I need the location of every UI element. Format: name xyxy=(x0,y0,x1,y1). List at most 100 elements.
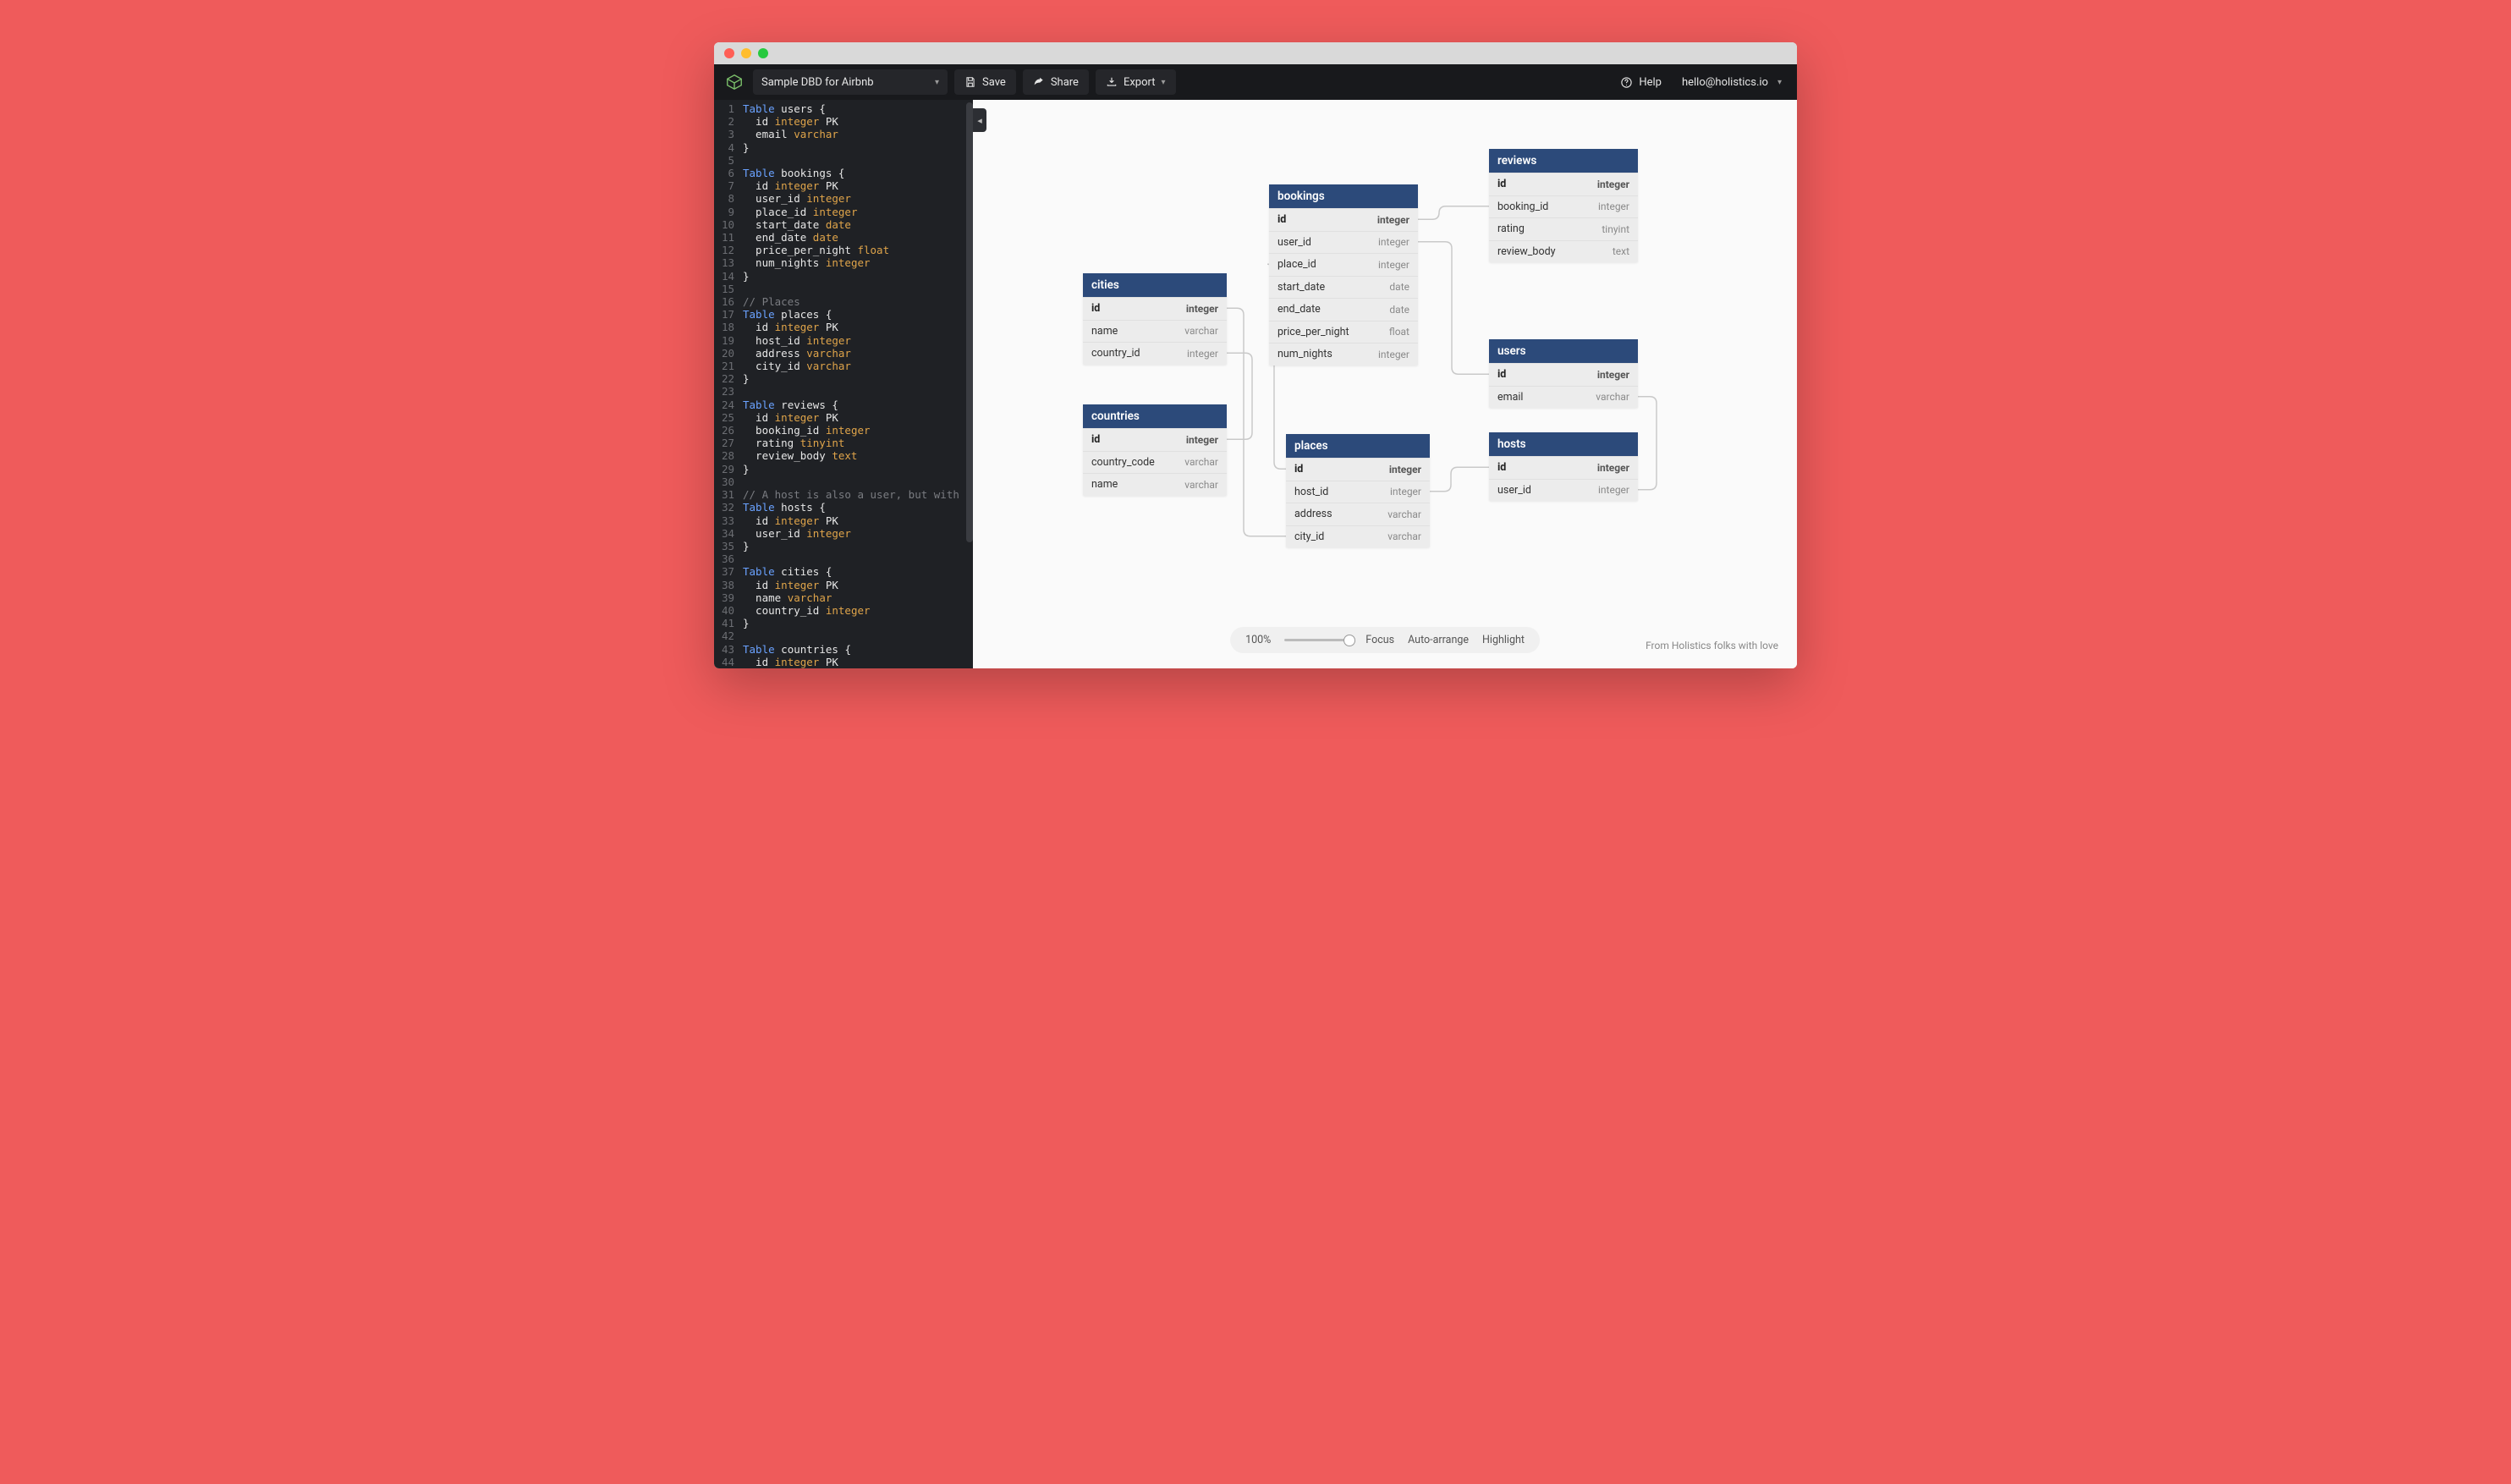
code-line[interactable]: 5 xyxy=(714,154,973,167)
table-places[interactable]: placesidintegerhost_idintegeraddressvarc… xyxy=(1286,434,1430,547)
save-button[interactable]: Save xyxy=(954,69,1016,95)
table-cities[interactable]: citiesidintegernamevarcharcountry_idinte… xyxy=(1083,273,1227,365)
code-line[interactable]: 23 xyxy=(714,385,973,398)
editor-scrollbar[interactable] xyxy=(966,102,973,542)
highlight-button[interactable]: Highlight xyxy=(1482,634,1525,646)
table-row[interactable]: country_idinteger xyxy=(1083,342,1227,365)
table-row[interactable]: user_idinteger xyxy=(1489,479,1638,502)
code-line[interactable]: 17Table places { xyxy=(714,308,973,321)
code-line[interactable]: 41} xyxy=(714,617,973,629)
code-line[interactable]: 25 id integer PK xyxy=(714,411,973,424)
code-line[interactable]: 1Table users { xyxy=(714,102,973,115)
code-line[interactable]: 26 booking_id integer xyxy=(714,424,973,437)
code-line[interactable]: 40 country_id integer xyxy=(714,604,973,617)
help-link[interactable]: Help xyxy=(1613,69,1668,95)
table-row[interactable]: end_datedate xyxy=(1269,298,1418,321)
table-reviews[interactable]: reviewsidintegerbooking_idintegerratingt… xyxy=(1489,149,1638,262)
zoom-slider[interactable] xyxy=(1284,639,1352,641)
code-line[interactable]: 9 place_id integer xyxy=(714,206,973,218)
code-line[interactable]: 43Table countries { xyxy=(714,643,973,656)
table-header[interactable]: users xyxy=(1489,339,1638,363)
auto-arrange-button[interactable]: Auto-arrange xyxy=(1408,634,1469,646)
code-line[interactable]: 28 review_body text xyxy=(714,449,973,462)
code-line[interactable]: 29} xyxy=(714,463,973,475)
code-line[interactable]: 11 end_date date xyxy=(714,231,973,244)
table-row[interactable]: idinteger xyxy=(1083,297,1227,320)
table-header[interactable]: reviews xyxy=(1489,149,1638,173)
code-line[interactable]: 27 rating tinyint xyxy=(714,437,973,449)
code-line[interactable]: 16// Places xyxy=(714,295,973,308)
code-line[interactable]: 35} xyxy=(714,540,973,552)
code-line[interactable]: 22} xyxy=(714,372,973,385)
table-row[interactable]: namevarchar xyxy=(1083,320,1227,343)
table-row[interactable]: review_bodytext xyxy=(1489,240,1638,263)
table-row[interactable]: namevarchar xyxy=(1083,473,1227,496)
code-line[interactable]: 18 id integer PK xyxy=(714,321,973,333)
table-row[interactable]: city_idvarchar xyxy=(1286,525,1430,548)
code-line[interactable]: 4} xyxy=(714,141,973,154)
table-header[interactable]: countries xyxy=(1083,404,1227,428)
code-line[interactable]: 42 xyxy=(714,629,973,642)
code-line[interactable]: 15 xyxy=(714,283,973,295)
table-row[interactable]: start_datedate xyxy=(1269,276,1418,299)
code-line[interactable]: 38 id integer PK xyxy=(714,579,973,591)
table-users[interactable]: usersidintegeremailvarchar xyxy=(1489,339,1638,408)
table-row[interactable]: num_nightsinteger xyxy=(1269,343,1418,366)
focus-button[interactable]: Focus xyxy=(1365,634,1394,646)
window-close-button[interactable] xyxy=(724,48,734,58)
table-row[interactable]: booking_idinteger xyxy=(1489,195,1638,218)
code-line[interactable]: 3 email varchar xyxy=(714,128,973,140)
diagram-canvas[interactable]: 100% Focus Auto-arrange Highlight From H… xyxy=(973,100,1797,668)
table-row[interactable]: idinteger xyxy=(1489,363,1638,386)
table-row[interactable]: host_idinteger xyxy=(1286,481,1430,503)
code-line[interactable]: 21 city_id varchar xyxy=(714,360,973,372)
code-line[interactable]: 7 id integer PK xyxy=(714,179,973,192)
table-row[interactable]: emailvarchar xyxy=(1489,386,1638,409)
code-line[interactable]: 12 price_per_night float xyxy=(714,244,973,256)
table-hosts[interactable]: hostsidintegeruser_idinteger xyxy=(1489,432,1638,501)
table-bookings[interactable]: bookingsidintegeruser_idintegerplace_idi… xyxy=(1269,184,1418,366)
code-line[interactable]: 20 address varchar xyxy=(714,347,973,360)
table-row[interactable]: country_codevarchar xyxy=(1083,451,1227,474)
window-minimize-button[interactable] xyxy=(741,48,751,58)
table-row[interactable]: addressvarchar xyxy=(1286,503,1430,525)
table-row[interactable]: idinteger xyxy=(1269,208,1418,231)
project-selector[interactable]: Sample DBD for Airbnb ▾ xyxy=(753,69,948,95)
table-row[interactable]: place_idinteger xyxy=(1269,253,1418,276)
code-line[interactable]: 19 host_id integer xyxy=(714,334,973,347)
code-editor[interactable]: 1Table users {2 id integer PK3 email var… xyxy=(714,100,973,668)
table-row[interactable]: user_idinteger xyxy=(1269,231,1418,254)
user-menu[interactable]: hello@holistics.io ▾ xyxy=(1675,69,1788,95)
code-line[interactable]: 31// A host is also a user, but with ad xyxy=(714,488,973,501)
code-line[interactable]: 44 id integer PK xyxy=(714,656,973,668)
code-line[interactable]: 14} xyxy=(714,270,973,283)
table-row[interactable]: idinteger xyxy=(1083,428,1227,451)
table-row[interactable]: idinteger xyxy=(1286,458,1430,481)
code-line[interactable]: 37Table cities { xyxy=(714,565,973,578)
table-header[interactable]: cities xyxy=(1083,273,1227,297)
code-line[interactable]: 2 id integer PK xyxy=(714,115,973,128)
code-line[interactable]: 33 id integer PK xyxy=(714,514,973,527)
table-row[interactable]: price_per_nightfloat xyxy=(1269,321,1418,344)
code-line[interactable]: 6Table bookings { xyxy=(714,167,973,179)
table-header[interactable]: hosts xyxy=(1489,432,1638,456)
code-line[interactable]: 32Table hosts { xyxy=(714,501,973,514)
code-line[interactable]: 39 name varchar xyxy=(714,591,973,604)
table-row[interactable]: idinteger xyxy=(1489,456,1638,479)
table-row[interactable]: ratingtinyint xyxy=(1489,217,1638,240)
collapse-editor-button[interactable]: ◂ xyxy=(973,108,986,132)
code-line[interactable]: 24Table reviews { xyxy=(714,398,973,411)
table-countries[interactable]: countriesidintegercountry_codevarcharnam… xyxy=(1083,404,1227,496)
code-line[interactable]: 34 user_id integer xyxy=(714,527,973,540)
code-line[interactable]: 10 start_date date xyxy=(714,218,973,231)
share-button[interactable]: Share xyxy=(1023,69,1089,95)
code-line[interactable]: 36 xyxy=(714,552,973,565)
table-header[interactable]: bookings xyxy=(1269,184,1418,208)
code-line[interactable]: 30 xyxy=(714,475,973,488)
code-line[interactable]: 13 num_nights integer xyxy=(714,256,973,269)
export-button[interactable]: Export ▾ xyxy=(1096,69,1176,95)
window-zoom-button[interactable] xyxy=(758,48,768,58)
table-header[interactable]: places xyxy=(1286,434,1430,458)
zoom-slider-knob[interactable] xyxy=(1343,635,1355,646)
code-line[interactable]: 8 user_id integer xyxy=(714,192,973,205)
